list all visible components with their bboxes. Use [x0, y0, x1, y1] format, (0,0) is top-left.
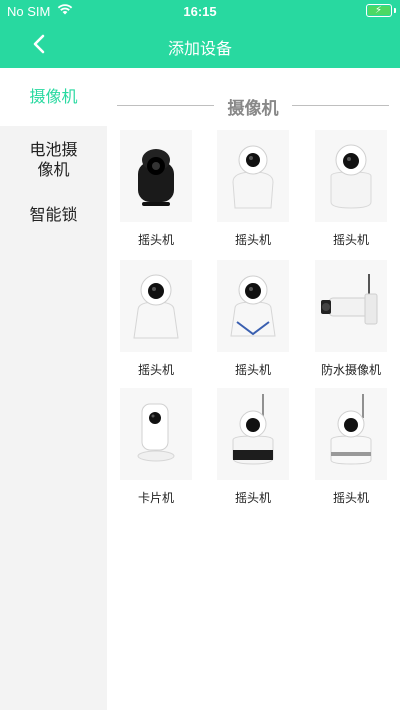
status-bar: No SIM 16:15 ⚡ [0, 0, 400, 22]
white-camera-icon [330, 144, 372, 209]
product-card[interactable]: 卡片机 [107, 388, 205, 516]
product-card[interactable]: 摇头机 [107, 260, 205, 388]
product-card[interactable]: 摇头机 [302, 130, 400, 258]
battery-tip [394, 8, 396, 13]
white-camera-icon [232, 145, 274, 209]
product-card[interactable]: 摇头机 [204, 260, 302, 388]
section-header: 摄像机 [107, 93, 400, 119]
product-label: 摇头机 [234, 363, 271, 377]
product-label: 摇头机 [137, 233, 174, 247]
sidebar-item-smart-lock[interactable]: 智能锁 [0, 205, 107, 225]
product-label: 摇头机 [332, 491, 369, 505]
product-card[interactable]: 防水摄像机 [302, 260, 400, 388]
product-label: 摇头机 [234, 233, 271, 247]
product-label: 防水摄像机 [320, 363, 381, 377]
sidebar-item-label: 电池摄 像机 [29, 140, 78, 179]
white-camera-icon [133, 274, 179, 339]
section-title: 摄像机 [227, 99, 279, 119]
divider [117, 105, 214, 106]
white-camera-icon [230, 275, 276, 337]
category-sidebar: 摄像机 电池摄 像机 智能锁 [0, 68, 107, 710]
page-title: 添加设备 [167, 39, 232, 58]
card-camera-icon [137, 403, 175, 462]
product-label: 摇头机 [137, 363, 174, 377]
product-card[interactable]: 摇头机 [107, 130, 205, 258]
battery-icon: ⚡ [366, 4, 392, 17]
header-bar: No SIM 16:15 ⚡ 添加设备 [0, 0, 400, 68]
product-label: 摇头机 [332, 233, 369, 247]
product-card[interactable]: 摇头机 [204, 388, 302, 516]
product-label: 卡片机 [137, 491, 174, 505]
clock: 16:15 [183, 4, 217, 19]
divider [292, 105, 389, 106]
product-card[interactable]: 摇头机 [302, 388, 400, 516]
black-camera-icon [138, 149, 174, 206]
antenna-camera-icon [330, 394, 372, 465]
bullet-camera-icon [321, 274, 378, 325]
sidebar-item-battery-camera[interactable]: 电池摄 像机 [0, 140, 107, 180]
sidebar-item-camera[interactable]: 摄像机 [0, 68, 107, 126]
product-label: 摇头机 [234, 491, 271, 505]
antenna-camera-icon [232, 394, 274, 465]
product-card[interactable]: 摇头机 [204, 130, 302, 258]
product-section: 摄像机 摇头机 摇头机 摇头机 摇头机 摇头机 防水摄像机 卡片机 摇头机 摇头… [107, 68, 400, 710]
